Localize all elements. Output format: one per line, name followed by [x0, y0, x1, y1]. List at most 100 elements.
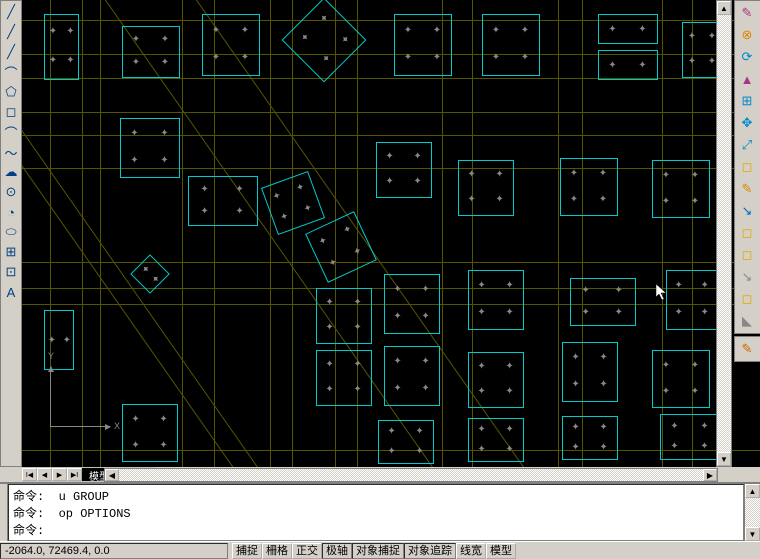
column-marker: ✦: [319, 54, 330, 65]
draw-tool-11[interactable]: ⬭: [2, 223, 20, 241]
draw-tool-10[interactable]: ◔: [2, 203, 20, 221]
scroll-right-button[interactable]: ▶: [703, 469, 717, 481]
status-toggle-正交[interactable]: 正交: [292, 543, 322, 559]
modify-tool-2[interactable]: ⟳: [736, 47, 758, 67]
draw-tool-13[interactable]: ⊡: [2, 263, 20, 281]
cad-block-13[interactable]: ✦✦✦✦: [652, 160, 710, 218]
drawing-viewport[interactable]: ✦✦✦✦✦✦✦✦✦✦✦✦✦✦✦✦✦✦✦✦✦✦✦✦✦✦✦✦✦✦✦✦✦✦✦✦✦✦✦✦…: [22, 0, 760, 467]
column-marker: ✦: [691, 172, 699, 180]
draw-tool-4[interactable]: ⬠: [2, 83, 20, 101]
command-input[interactable]: 命令: u GROUP 命令: op OPTIONS 命令:: [8, 484, 744, 541]
cad-block-25[interactable]: ✦✦✦✦: [384, 346, 440, 406]
cad-block-1[interactable]: ✦✦✦✦: [122, 26, 180, 78]
command-scrollbar[interactable]: ▲▼: [744, 484, 760, 541]
column-marker: ✦: [130, 130, 138, 138]
status-toggle-柵格[interactable]: 柵格: [262, 543, 292, 559]
status-toggle-对象捕捉[interactable]: 对象捕捉: [352, 543, 404, 559]
modify-tool-10[interactable]: ◻: [736, 223, 758, 243]
cad-block-20[interactable]: ✦✦✦✦: [468, 270, 524, 330]
cad-block-11[interactable]: ✦✦✦✦: [458, 160, 514, 216]
modify-tool-14[interactable]: ◣: [736, 311, 758, 331]
cad-block-18[interactable]: ✦✦✦✦: [316, 288, 372, 344]
viewport-scrollbar-vertical[interactable]: ▲ ▼: [716, 0, 732, 467]
draw-tool-1[interactable]: ╱: [2, 23, 20, 41]
draw-tool-14[interactable]: A: [2, 283, 20, 301]
column-marker: ✦: [691, 362, 699, 370]
draw-tool-2[interactable]: ╱: [2, 43, 20, 61]
modify-tool-5[interactable]: ✥: [736, 113, 758, 133]
cad-block-23[interactable]: ✦✦: [44, 310, 74, 370]
column-marker: ✦: [492, 27, 500, 35]
tab-next-button[interactable]: ▶: [52, 468, 67, 481]
command-resize-handle[interactable]: [0, 484, 8, 541]
cad-block-16[interactable]: ✦✦✦✦: [305, 211, 377, 283]
modify-tool-13[interactable]: ◻: [736, 289, 758, 309]
cad-block-14[interactable]: ✦✦✦✦: [188, 176, 258, 226]
modify-tool-9[interactable]: ↘: [736, 201, 758, 221]
column-marker: ✦: [608, 26, 616, 34]
draw-tool-8[interactable]: ☁: [2, 163, 20, 181]
scroll-left-button[interactable]: ◀: [105, 469, 119, 481]
modify-toolbar-group: ✎⊗⟳▲⊞✥⤢◻✎↘◻◻↘◻◣ ✎: [734, 0, 760, 364]
cad-block-26[interactable]: ✦✦✦✦: [468, 352, 524, 408]
column-marker: ✦: [505, 282, 513, 290]
column-marker: ✦: [477, 309, 485, 317]
tab-last-button[interactable]: ▶I: [67, 468, 82, 481]
column-marker: ✦: [599, 354, 607, 362]
tab-first-button[interactable]: I◀: [22, 468, 37, 481]
scroll-up-button[interactable]: ▲: [717, 1, 731, 15]
draw-tool-7[interactable]: ～: [2, 143, 20, 161]
cad-block-0[interactable]: ✦✦✦✦: [44, 14, 79, 80]
draw-tool-0[interactable]: ╱: [2, 3, 20, 21]
draw-tool-5[interactable]: ◻: [2, 103, 20, 121]
cad-block-2[interactable]: ✦✦✦✦: [202, 14, 260, 76]
viewport-scrollbar-horizontal[interactable]: ◀ ▶: [104, 468, 718, 482]
column-marker: ✦: [477, 426, 485, 434]
cad-block-29[interactable]: ✦✦✦✦: [122, 404, 178, 462]
cad-block-27[interactable]: ✦✦✦✦: [562, 342, 618, 402]
draw-tool-12[interactable]: ⊞: [2, 243, 20, 261]
cad-block-32[interactable]: ✦✦✦✦: [562, 416, 618, 460]
draw-tool-9[interactable]: ⊙: [2, 183, 20, 201]
cad-block-12[interactable]: ✦✦✦✦: [560, 158, 618, 216]
column-marker: ✦: [160, 130, 168, 138]
modify-tool-11[interactable]: ◻: [736, 245, 758, 265]
column-marker: ✦: [325, 361, 333, 369]
modify-tool-4[interactable]: ⊞: [736, 91, 758, 111]
cad-block-31[interactable]: ✦✦✦✦: [468, 418, 524, 462]
status-toggle-对象追踪[interactable]: 对象追踪: [404, 543, 456, 559]
modify-tool-1[interactable]: ⊗: [736, 25, 758, 45]
cad-block-19[interactable]: ✦✦✦✦: [384, 274, 440, 334]
cad-block-10[interactable]: ✦✦✦✦: [376, 142, 432, 198]
cad-block-7[interactable]: ✦✦: [598, 50, 658, 80]
column-marker: ✦: [492, 54, 500, 62]
modify-tool-8[interactable]: ✎: [736, 179, 758, 199]
status-toggle-极轴[interactable]: 极轴: [322, 543, 352, 559]
modify-tool-12[interactable]: ↘: [736, 267, 758, 287]
status-toggle-模型[interactable]: 模型: [486, 543, 516, 559]
cad-block-6[interactable]: ✦✦: [598, 14, 658, 44]
modify-tool-6[interactable]: ⤢: [736, 135, 758, 155]
cad-block-21[interactable]: ✦✦✦✦: [570, 278, 636, 326]
cad-block-30[interactable]: ✦✦✦✦: [378, 420, 434, 464]
aux-tool-0[interactable]: ✎: [736, 339, 758, 359]
cad-block-4[interactable]: ✦✦✦✦: [394, 14, 452, 76]
column-marker: ✦: [662, 172, 670, 180]
cad-block-22[interactable]: ✦✦✦✦: [666, 270, 718, 330]
draw-tool-6[interactable]: ⌒: [2, 123, 20, 141]
cad-block-24[interactable]: ✦✦✦✦: [316, 350, 372, 406]
cad-block-9[interactable]: ✦✦✦✦: [120, 118, 180, 178]
status-toggle-捕捉[interactable]: 捕捉: [232, 543, 262, 559]
column-marker: ✦: [708, 33, 716, 41]
status-toggle-线宽[interactable]: 线宽: [456, 543, 486, 559]
cad-block-33[interactable]: ✦✦✦✦: [660, 414, 720, 460]
cad-block-3[interactable]: ✦✦✦✦: [282, 0, 367, 82]
scroll-down-button[interactable]: ▼: [717, 452, 731, 466]
cad-block-28[interactable]: ✦✦✦✦: [652, 350, 710, 408]
modify-tool-7[interactable]: ◻: [736, 157, 758, 177]
tab-prev-button[interactable]: ◀: [37, 468, 52, 481]
cad-block-5[interactable]: ✦✦✦✦: [482, 14, 540, 76]
modify-tool-3[interactable]: ▲: [736, 69, 758, 89]
draw-tool-3[interactable]: ⌒: [2, 63, 20, 81]
modify-tool-0[interactable]: ✎: [736, 3, 758, 23]
